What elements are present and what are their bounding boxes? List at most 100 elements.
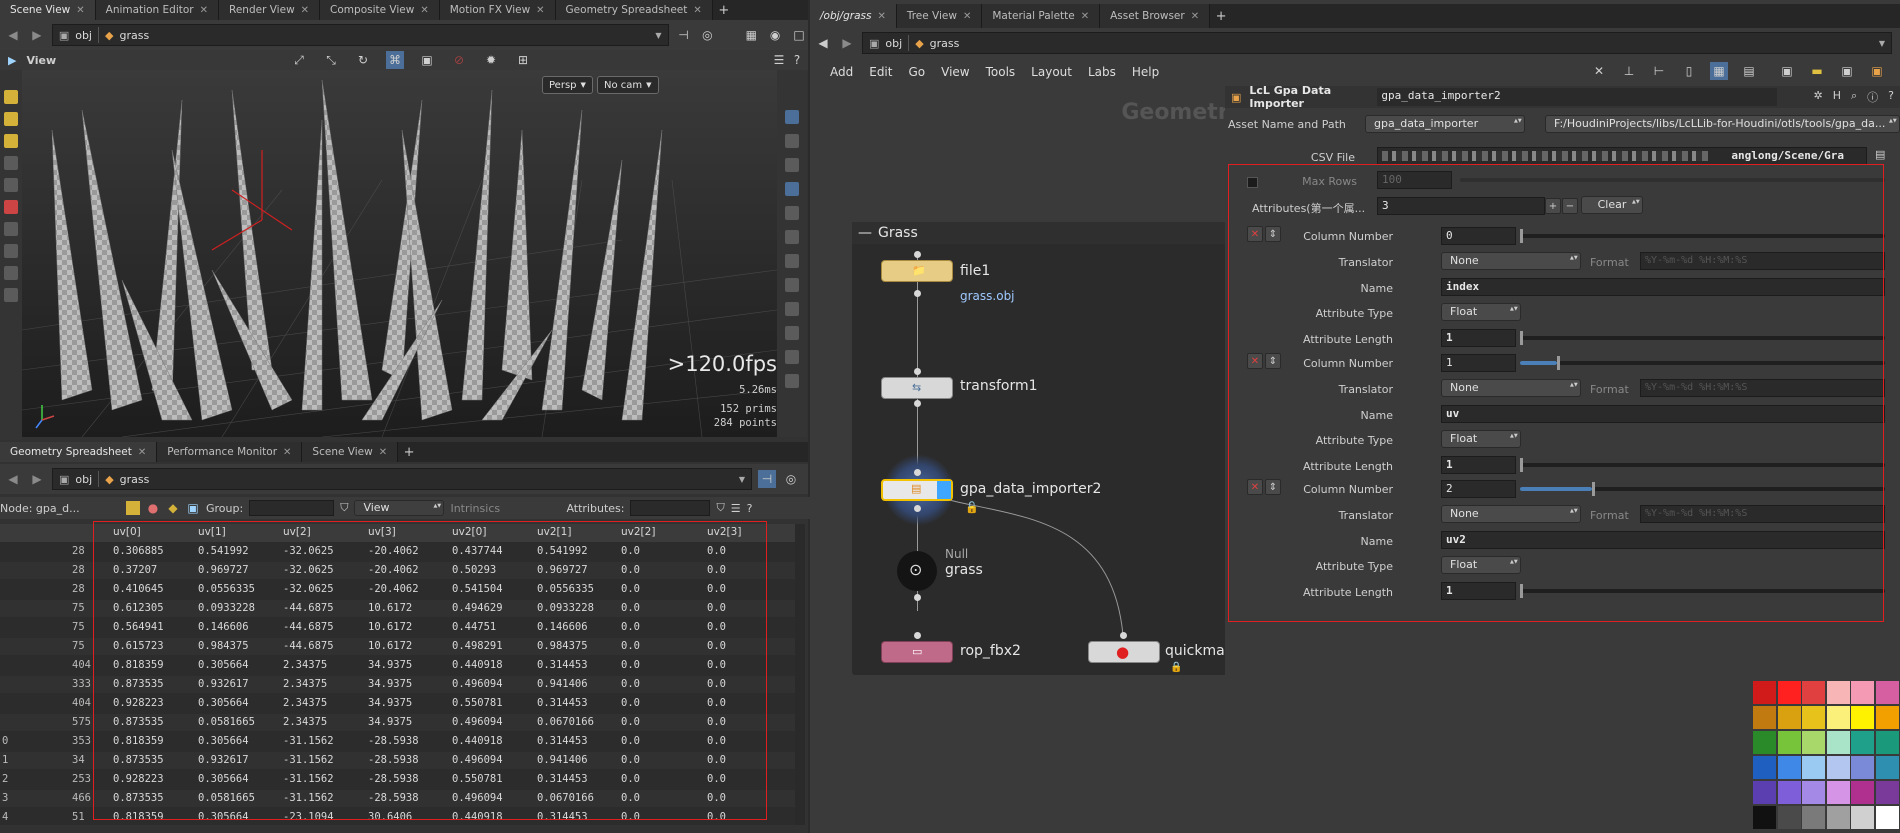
node-name-field[interactable]: gpa_data_importer2 xyxy=(1377,88,1778,106)
help-h-icon[interactable]: H xyxy=(1833,89,1841,105)
tab-render-view[interactable]: Render View ✕ xyxy=(219,0,321,20)
attributes-field[interactable] xyxy=(630,500,711,516)
path-field[interactable]: ▣ obj ◆ grass ▼ xyxy=(51,24,669,46)
tool-icon[interactable] xyxy=(785,206,799,220)
table-row[interactable]: 75 0.615723 0.984375 -44.6875 10.6172 0.49829… xyxy=(0,638,795,655)
light-icon[interactable]: ◉ xyxy=(766,26,784,44)
color-swatch[interactable] xyxy=(1753,781,1776,804)
points-icon[interactable] xyxy=(126,501,140,515)
display-flag[interactable] xyxy=(937,481,951,499)
back-arrow-icon[interactable]: ◀ xyxy=(814,34,832,52)
note-icon[interactable]: ▬ xyxy=(1808,62,1826,80)
detail-icon[interactable]: ▣ xyxy=(186,501,200,515)
remove-attribute-button[interactable]: − xyxy=(1562,198,1578,214)
translator-dropdown[interactable]: None xyxy=(1441,379,1581,397)
color-swatch[interactable] xyxy=(1753,706,1776,729)
column-number-field[interactable]: 1 xyxy=(1441,354,1516,372)
add-tab-button[interactable]: + xyxy=(713,0,735,20)
color-swatch[interactable] xyxy=(1826,706,1850,729)
table-row[interactable]: 2 253 0.928223 0.305664 -31.1562 -28.5938 0.55… xyxy=(0,771,795,788)
tool-icon[interactable] xyxy=(785,302,799,316)
table-row[interactable]: 1 34 0.873535 0.932617 -31.1562 -28.5938 0.496… xyxy=(0,752,795,769)
color-swatch[interactable] xyxy=(1802,706,1825,729)
menu-layout[interactable]: Layout xyxy=(1031,65,1072,79)
attribute-length-field[interactable]: 1 xyxy=(1441,329,1516,347)
slider-handle[interactable] xyxy=(1520,229,1523,243)
color-swatch[interactable] xyxy=(1875,781,1899,804)
tool-icon[interactable] xyxy=(4,266,18,280)
help-icon[interactable]: ? xyxy=(1888,89,1894,105)
close-icon[interactable]: ✕ xyxy=(877,11,885,22)
tab-composite-view[interactable]: Composite View ✕ xyxy=(320,0,440,20)
tab-obj-grass[interactable]: /obj/grass ✕ xyxy=(810,4,897,28)
attribute-name-field[interactable]: uv2 xyxy=(1441,531,1885,549)
column-number-slider[interactable] xyxy=(1520,234,1885,238)
tab-performance-monitor[interactable]: Performance Monitor ✕ xyxy=(157,442,303,462)
node-null-grass[interactable]: ⊙ xyxy=(897,551,937,591)
wrench-icon[interactable]: ✕ xyxy=(1590,62,1608,80)
color-swatch[interactable] xyxy=(1802,681,1825,704)
table-row[interactable]: 333 0.873535 0.932617 2.34375 34.9375 0.49609… xyxy=(0,676,795,693)
translator-dropdown[interactable]: None xyxy=(1441,505,1581,523)
menu-help[interactable]: Help xyxy=(1132,65,1159,79)
table-row[interactable]: 3 466 0.873535 0.0581665 -31.1562 -28.5938 0.4… xyxy=(0,790,795,807)
asset-path-dropdown[interactable]: F:/HoudiniProjects/libs/LcLLib-for-Houdi… xyxy=(1545,115,1900,133)
menu-tools[interactable]: Tools xyxy=(986,65,1016,79)
table-row[interactable]: 404 0.818359 0.305664 2.34375 34.9375 0.44091… xyxy=(0,657,795,674)
tool-icon[interactable] xyxy=(785,326,799,340)
table-row[interactable]: 28 0.410645 0.0556335 -32.0625 -20.4062 0.541… xyxy=(0,581,795,598)
attribute-name-field[interactable]: uv xyxy=(1441,405,1885,423)
color-swatch[interactable] xyxy=(1875,706,1899,729)
color-swatch[interactable] xyxy=(1802,731,1825,754)
info-icon[interactable]: ⓘ xyxy=(1867,89,1878,105)
menu-labs[interactable]: Labs xyxy=(1088,65,1116,79)
close-icon[interactable]: ✕ xyxy=(1191,11,1199,22)
tool-icon[interactable] xyxy=(785,182,799,196)
color-swatch[interactable] xyxy=(1753,806,1776,829)
color-swatch[interactable] xyxy=(1851,806,1874,829)
close-icon[interactable]: ✕ xyxy=(200,5,208,16)
color-swatch[interactable] xyxy=(1826,781,1850,804)
node-rop-fbx2[interactable]: ▭ xyxy=(881,641,953,663)
color-swatch[interactable] xyxy=(1875,806,1899,829)
chevron-down-icon[interactable]: ▼ xyxy=(1879,39,1885,48)
attributes-count-field[interactable]: 3 xyxy=(1377,197,1545,215)
tool-icon[interactable] xyxy=(785,134,799,148)
maximize-icon[interactable]: □ xyxy=(790,26,808,44)
color-swatch[interactable] xyxy=(1826,756,1850,779)
tab-scene-view[interactable]: Scene View ✕ xyxy=(302,442,399,462)
funnel-icon[interactable]: ⛉ xyxy=(716,501,724,515)
tool-icon[interactable] xyxy=(4,244,18,258)
attribute-name-field[interactable]: index xyxy=(1441,278,1885,296)
column-header[interactable]: uv[0] xyxy=(113,524,141,541)
help-icon[interactable]: ? xyxy=(747,502,753,515)
layout-icon[interactable]: ⊢ xyxy=(1650,62,1668,80)
column-number-field[interactable]: 2 xyxy=(1441,480,1516,498)
stop-icon[interactable]: ⊘ xyxy=(450,51,468,69)
tab-motion-fx-view[interactable]: Motion FX View ✕ xyxy=(439,0,556,20)
table-row[interactable]: 404 0.928223 0.305664 2.34375 34.9375 0.55078… xyxy=(0,695,795,712)
color-swatch[interactable] xyxy=(1875,681,1899,704)
primitives-icon[interactable]: ◆ xyxy=(166,501,180,515)
table-row[interactable]: 0 353 0.818359 0.305664 -31.1562 -28.5938 0.44… xyxy=(0,733,795,750)
node-label-importer[interactable]: gpa_data_importer2 xyxy=(960,481,1101,497)
back-arrow-icon[interactable]: ◀ xyxy=(4,470,22,488)
tab-geometry-spreadsheet[interactable]: Geometry Spreadsheet ✕ xyxy=(0,442,158,462)
table-row[interactable]: 4 51 0.818359 0.305664 -23.1094 30.6406 0.4409… xyxy=(0,809,795,825)
tool-icon[interactable] xyxy=(4,200,18,214)
attribute-type-dropdown[interactable]: Float xyxy=(1441,430,1521,448)
color-swatch[interactable] xyxy=(1875,731,1899,754)
close-icon[interactable]: ✕ xyxy=(301,5,309,16)
color-swatch[interactable] xyxy=(1777,681,1801,704)
view-dropdown[interactable]: View xyxy=(354,500,445,516)
geometry-spreadsheet-table[interactable]: uv[0] uv[1] uv[2] uv[3] uv2[0] uv2[1] uv2[2] uv… xyxy=(0,524,795,825)
tool-icon[interactable] xyxy=(4,288,18,302)
close-icon[interactable]: ✕ xyxy=(283,447,291,458)
slider-handle[interactable] xyxy=(1520,331,1523,345)
add-tab-button[interactable]: + xyxy=(1210,4,1232,28)
color-swatch[interactable] xyxy=(1753,731,1776,754)
attribute-length-field[interactable]: 1 xyxy=(1441,456,1516,474)
forward-arrow-icon[interactable]: ▶ xyxy=(838,34,856,52)
table-row[interactable]: 575 0.873535 0.0581665 2.34375 34.9375 0.4960… xyxy=(0,714,795,731)
close-icon[interactable]: ✕ xyxy=(1081,11,1089,22)
